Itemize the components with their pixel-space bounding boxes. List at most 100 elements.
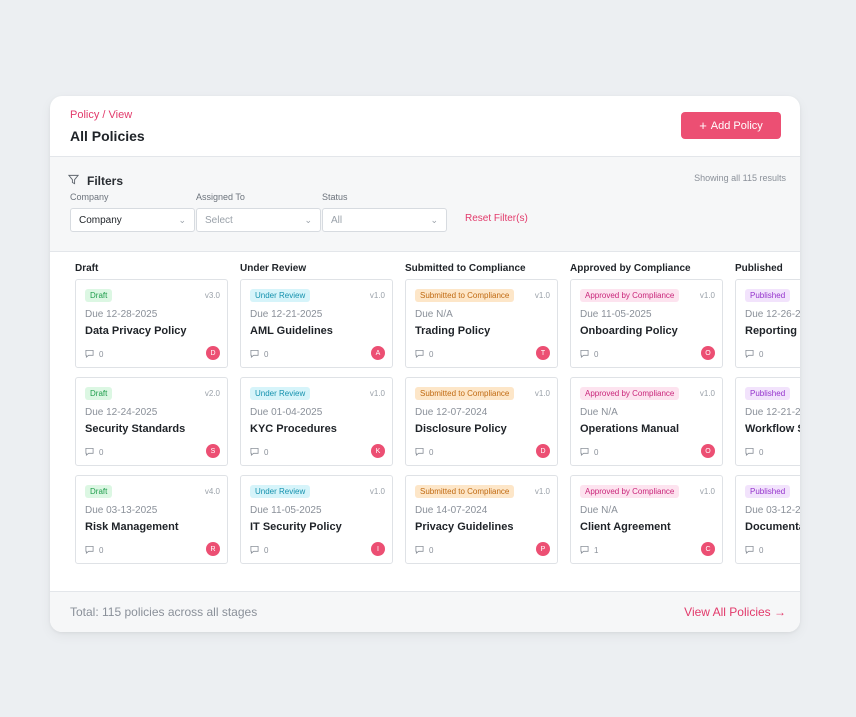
policy-card[interactable]: Published Due 12-21-2 Workflow S 0 (735, 377, 800, 466)
comment-count[interactable]: 0 (415, 545, 433, 556)
due-date: Due N/A (580, 505, 618, 516)
avatar[interactable]: S (206, 444, 220, 458)
avatar[interactable]: O (701, 444, 715, 458)
version-label: v1.0 (699, 487, 715, 496)
version-label: v1.0 (534, 487, 550, 496)
avatar[interactable]: C (701, 542, 715, 556)
policy-card[interactable]: Approved by Compliance v1.0 Due N/A Client … (570, 475, 723, 564)
add-policy-label: Add Policy (710, 119, 763, 132)
policy-card[interactable]: Approved by Compliance v1.0 Due N/A Operati… (570, 377, 723, 466)
policy-card[interactable]: Under Review v1.0 Due 11-05-2025 IT Securit… (240, 475, 393, 564)
company-filter-label: Company (70, 192, 109, 202)
version-label: v1.0 (699, 291, 715, 300)
comment-count[interactable]: 0 (745, 545, 763, 556)
comment-count[interactable]: 0 (250, 545, 268, 556)
avatar[interactable]: I (371, 542, 385, 556)
comment-count[interactable]: 0 (250, 447, 268, 458)
comment-count[interactable]: 0 (250, 349, 268, 360)
filters-title: Filters (87, 174, 124, 188)
policy-card[interactable]: Submitted to Compliance v1.0 Due 12-07-202… (405, 377, 558, 466)
kanban-board: Draft Draft v3.0 Due 12-28-2025 Data Privacy… (50, 253, 800, 591)
version-label: v4.0 (204, 487, 220, 496)
company-select[interactable]: Company ⌄ (70, 208, 195, 232)
comment-count[interactable]: 0 (85, 447, 103, 458)
filter-icon (67, 172, 80, 190)
policy-card[interactable]: Draft v4.0 Due 03-13-2025 Risk Management 0 R (75, 475, 228, 564)
policy-card[interactable]: Draft v2.0 Due 12-24-2025 Security Standard… (75, 377, 228, 466)
due-date: Due 12-28-2025 (85, 309, 158, 320)
policy-card[interactable]: Under Review v1.0 Due 01-04-2025 KYC Proced… (240, 377, 393, 466)
panel-footer: Total: 115 policies across all stages Vi… (50, 591, 800, 632)
comment-count-value: 0 (594, 350, 599, 359)
comment-count[interactable]: 0 (745, 349, 763, 360)
policy-card[interactable]: Under Review v1.0 Due 12-21-2025 AML Guidel… (240, 279, 393, 368)
comment-icon (580, 545, 589, 556)
page-title: All Policies (70, 128, 145, 144)
comment-icon (250, 447, 259, 458)
board-column: Published Published Due 12-26-2 Reporting 0 P… (735, 253, 800, 583)
comment-count[interactable]: 0 (580, 349, 598, 360)
total-count: Total: 115 policies across all stages (70, 605, 258, 619)
policy-card[interactable]: Published Due 12-26-2 Reporting 0 (735, 279, 800, 368)
status-badge: Under Review (250, 289, 311, 302)
avatar[interactable]: R (206, 542, 220, 556)
avatar[interactable]: P (536, 542, 550, 556)
due-date: Due 03-12-2 (745, 505, 800, 516)
comment-count-value: 0 (99, 448, 104, 457)
policy-title: Onboarding Policy (580, 325, 678, 337)
status-badge: Draft (85, 289, 113, 302)
status-select[interactable]: All ⌄ (322, 208, 447, 232)
avatar[interactable]: T (536, 346, 550, 360)
board-column: Under Review Under Review v1.0 Due 12-21-20… (240, 253, 400, 583)
policy-card[interactable]: Submitted to Compliance v1.0 Due N/A Tradin… (405, 279, 558, 368)
comment-count[interactable]: 0 (85, 545, 103, 556)
status-badge: Under Review (250, 485, 311, 498)
avatar[interactable]: A (371, 346, 385, 360)
assigned-select[interactable]: Select ⌄ (196, 208, 321, 232)
comment-count-value: 0 (429, 546, 434, 555)
comment-icon (250, 349, 259, 360)
policy-card[interactable]: Approved by Compliance v1.0 Due 11-05-2025… (570, 279, 723, 368)
policies-panel: Policy / View All Policies + Add Policy … (50, 96, 800, 632)
due-date: Due 12-24-2025 (85, 407, 158, 418)
policy-title: Documenta (745, 521, 800, 533)
comment-count-value: 0 (429, 350, 434, 359)
comment-count[interactable]: 0 (85, 349, 103, 360)
column-title: Published (735, 263, 783, 274)
status-badge: Approved by Compliance (580, 289, 680, 302)
reset-filters-link[interactable]: Reset Filter(s) (465, 213, 528, 224)
avatar[interactable]: D (536, 444, 550, 458)
policy-title: Security Standards (85, 423, 186, 435)
comment-icon (415, 349, 424, 360)
due-date: Due 11-05-2025 (250, 505, 322, 516)
breadcrumb[interactable]: Policy / View (70, 109, 132, 121)
comment-count[interactable]: 0 (415, 447, 433, 458)
policy-card[interactable]: Submitted to Compliance v1.0 Due 14-07-202… (405, 475, 558, 564)
assigned-select-placeholder: Select (205, 214, 233, 226)
comment-count-value: 0 (264, 448, 269, 457)
due-date: Due 14-07-2024 (415, 505, 488, 516)
comment-count[interactable]: 1 (580, 545, 598, 556)
add-policy-button[interactable]: + Add Policy (681, 112, 781, 139)
status-select-placeholder: All (331, 214, 343, 226)
status-badge: Draft (85, 387, 113, 400)
due-date: Due 01-04-2025 (250, 407, 323, 418)
policy-card[interactable]: Published Due 03-12-2 Documenta 0 (735, 475, 800, 564)
status-filter-label: Status (322, 192, 348, 202)
status-badge: Approved by Compliance (580, 387, 680, 400)
comment-count[interactable]: 0 (580, 447, 598, 458)
avatar[interactable]: K (371, 444, 385, 458)
due-date: Due 12-21-2 (745, 407, 800, 418)
avatar[interactable]: D (206, 346, 220, 360)
view-all-policies-link[interactable]: View All Policies → (684, 605, 786, 619)
company-select-value: Company (79, 214, 122, 226)
comment-count[interactable]: 0 (415, 349, 433, 360)
column-title: Draft (75, 263, 99, 274)
policy-card[interactable]: Draft v3.0 Due 12-28-2025 Data Privacy Poli… (75, 279, 228, 368)
avatar[interactable]: O (701, 346, 715, 360)
due-date: Due 12-07-2024 (415, 407, 488, 418)
due-date: Due N/A (580, 407, 618, 418)
comment-count[interactable]: 0 (745, 447, 763, 458)
policy-title: IT Security Policy (250, 521, 342, 533)
policy-title: Privacy Guidelines (415, 521, 514, 533)
